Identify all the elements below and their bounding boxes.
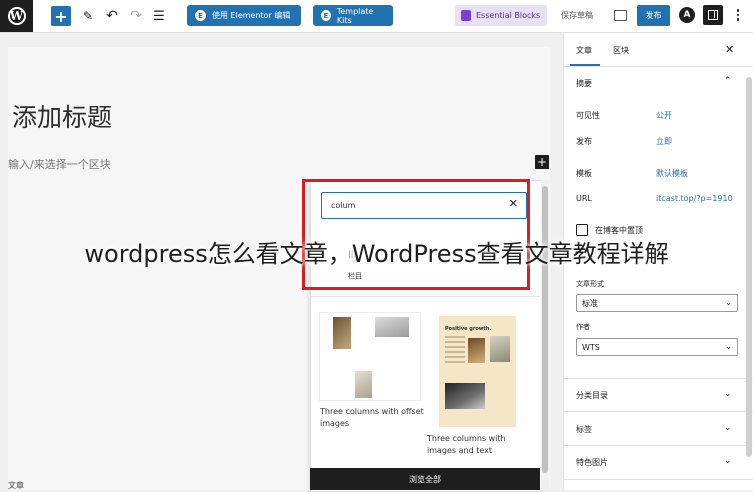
author-label: 作者 xyxy=(576,323,590,331)
divider xyxy=(564,479,753,480)
url-label: URL xyxy=(576,194,592,203)
author-select[interactable]: WTS ⌄ xyxy=(576,338,738,356)
post-format-select[interactable]: 标准 ⌄ xyxy=(576,294,738,312)
publish-value[interactable]: 立即 xyxy=(656,136,672,147)
template-kits-icon: E xyxy=(321,10,331,21)
publish-button[interactable]: 发布 xyxy=(637,5,670,26)
tab-post[interactable]: 文章 xyxy=(576,45,592,56)
wordpress-logo[interactable]: W xyxy=(0,0,33,32)
pattern-text-lines xyxy=(445,336,465,366)
url-value[interactable]: itcast.top/?p=1910 xyxy=(656,194,733,203)
divider xyxy=(564,411,753,412)
chevron-down-icon: ⌄ xyxy=(725,298,732,307)
edit-with-elementor-button[interactable]: E 使用 Elementor 编辑 xyxy=(187,5,301,26)
pattern-preview-title: Positive growth. xyxy=(445,326,492,332)
inline-add-block-button[interactable]: + xyxy=(535,155,549,169)
author-value: WTS xyxy=(582,342,600,352)
undo-icon[interactable]: ↶ xyxy=(104,6,120,26)
breadcrumb[interactable]: 文章 xyxy=(8,480,24,491)
pattern-label[interactable]: Three columns with images and text xyxy=(427,433,527,457)
featured-image-panel-title[interactable]: 特色图片 xyxy=(576,457,608,468)
pattern-image xyxy=(445,383,485,409)
template-kits-label: Template Kits xyxy=(336,6,374,25)
pattern-preview-images-and-text[interactable]: Positive growth. xyxy=(439,316,516,427)
chevron-down-icon[interactable]: ⌄ xyxy=(724,423,732,433)
preview-icon[interactable] xyxy=(614,10,627,21)
document-overview-icon[interactable]: ☰ xyxy=(151,6,167,26)
tags-panel-title[interactable]: 标签 xyxy=(576,424,592,435)
block-appender-hint[interactable]: 输入/来选择一个区块 xyxy=(8,156,111,172)
pattern-image xyxy=(333,317,351,349)
post-format-label: 文章形式 xyxy=(576,280,604,288)
chevron-down-icon[interactable]: ⌄ xyxy=(724,389,732,399)
pattern-image xyxy=(355,371,372,398)
inserter-divider xyxy=(310,296,540,297)
pattern-label[interactable]: Three columns with offset images xyxy=(320,406,425,430)
post-title[interactable]: 添加标题 xyxy=(12,98,112,134)
pattern-preview-offset-images[interactable] xyxy=(320,313,420,400)
tab-block[interactable]: 区块 xyxy=(613,45,629,56)
elementor-icon: E xyxy=(195,10,206,21)
visibility-value[interactable]: 公开 xyxy=(656,110,672,121)
close-icon[interactable]: ✕ xyxy=(725,43,734,56)
edit-with-elementor-label: 使用 Elementor 编辑 xyxy=(212,11,291,20)
block-inserter-toggle-button[interactable]: + xyxy=(51,6,71,26)
astra-icon[interactable]: A xyxy=(679,7,695,23)
save-draft-button[interactable]: 保存草稿 xyxy=(561,10,593,21)
divider xyxy=(564,445,753,446)
inserter-scrollbar-thumb[interactable] xyxy=(542,186,548,473)
publish-label: 发布 xyxy=(576,137,592,146)
categories-panel-title[interactable]: 分类目录 xyxy=(576,390,608,401)
divider xyxy=(564,378,753,379)
visibility-label: 可见性 xyxy=(576,111,600,120)
wordpress-logo-icon: W xyxy=(7,7,26,25)
redo-icon[interactable]: ↷ xyxy=(128,6,144,26)
sidebar-layout-icon xyxy=(708,10,718,20)
template-kits-button[interactable]: E Template Kits xyxy=(313,5,393,26)
pattern-image xyxy=(468,338,485,363)
template-label: 模板 xyxy=(576,169,592,178)
essential-blocks-label: Essential Blocks xyxy=(476,11,541,20)
post-format-value: 标准 xyxy=(582,298,598,308)
editor-header: W + ✎ ↶ ↷ ☰ E 使用 Elementor 编辑 E Template… xyxy=(0,0,753,33)
template-value[interactable]: 默认模板 xyxy=(656,168,688,179)
essential-blocks-button[interactable]: Essential Blocks xyxy=(455,5,547,26)
chevron-down-icon: ⌄ xyxy=(725,342,732,351)
summary-panel-title[interactable]: 摘要 xyxy=(576,78,592,89)
essential-blocks-icon xyxy=(461,10,471,21)
browse-all-button[interactable]: 浏览全部 xyxy=(310,468,540,490)
settings-sidebar-toggle[interactable] xyxy=(703,5,723,25)
overlay-caption: wordpress怎么看文章，WordPress查看文章教程详解 xyxy=(84,240,669,268)
chevron-down-icon[interactable]: ⌄ xyxy=(724,456,732,466)
pattern-image xyxy=(375,317,409,337)
pattern-image xyxy=(490,336,510,362)
more-options-icon[interactable] xyxy=(731,6,745,24)
tools-pencil-icon[interactable]: ✎ xyxy=(80,6,96,26)
chevron-up-icon[interactable]: ⌃ xyxy=(724,76,732,86)
divider xyxy=(564,66,753,67)
